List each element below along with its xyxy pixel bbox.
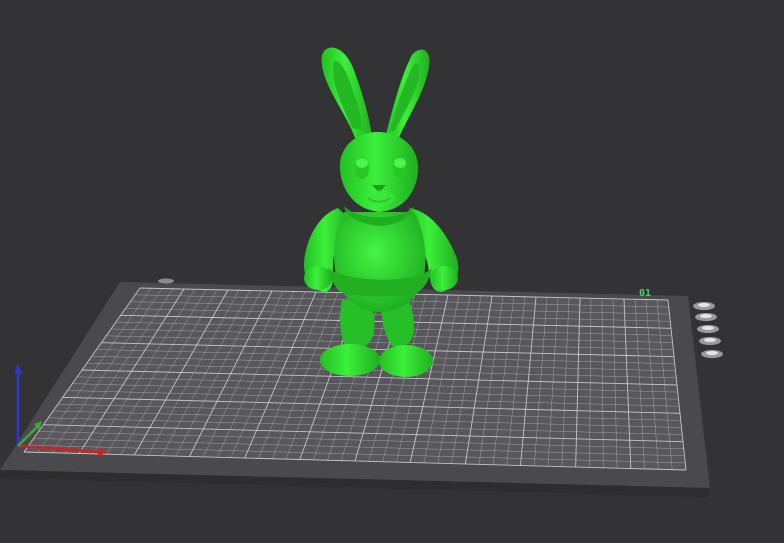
bunny-body bbox=[334, 212, 426, 312]
settings-icon[interactable] bbox=[701, 350, 723, 358]
lock-icon[interactable] bbox=[697, 325, 719, 333]
z-axis-arrow bbox=[14, 364, 22, 374]
plate-pin-left bbox=[158, 278, 174, 284]
plate-toolbar[interactable] bbox=[693, 302, 723, 358]
bunny-left-hand bbox=[304, 266, 332, 290]
3d-viewport[interactable]: 01 bbox=[0, 0, 784, 543]
edit-icon[interactable] bbox=[699, 337, 721, 345]
bunny-right-eyelid bbox=[394, 158, 406, 168]
scene-canvas[interactable]: 01 bbox=[0, 0, 784, 543]
orient-icon[interactable] bbox=[693, 302, 715, 310]
arrange-icon[interactable] bbox=[695, 313, 717, 321]
bunny-left-foot bbox=[320, 344, 380, 376]
bunny-right-foot bbox=[379, 345, 433, 377]
bunny-left-eyelid bbox=[356, 158, 368, 168]
plate-number-label: 01 bbox=[639, 288, 651, 299]
bunny-right-hand bbox=[430, 266, 458, 290]
bunny-cheeks bbox=[363, 190, 395, 206]
